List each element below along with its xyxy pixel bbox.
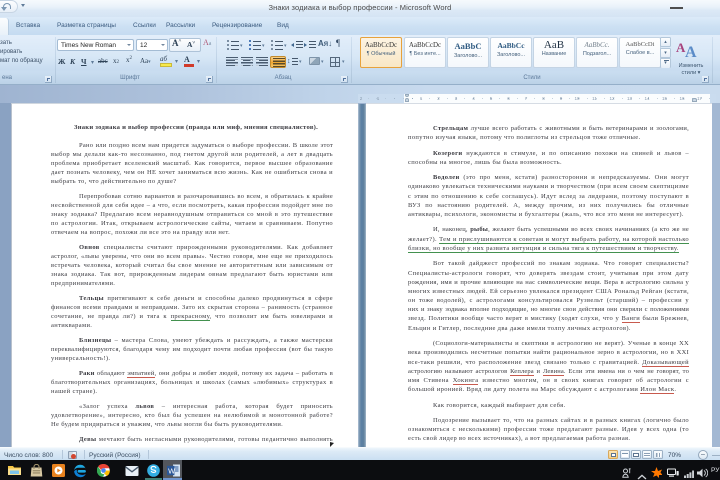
svg-text:W: W [168,466,176,475]
